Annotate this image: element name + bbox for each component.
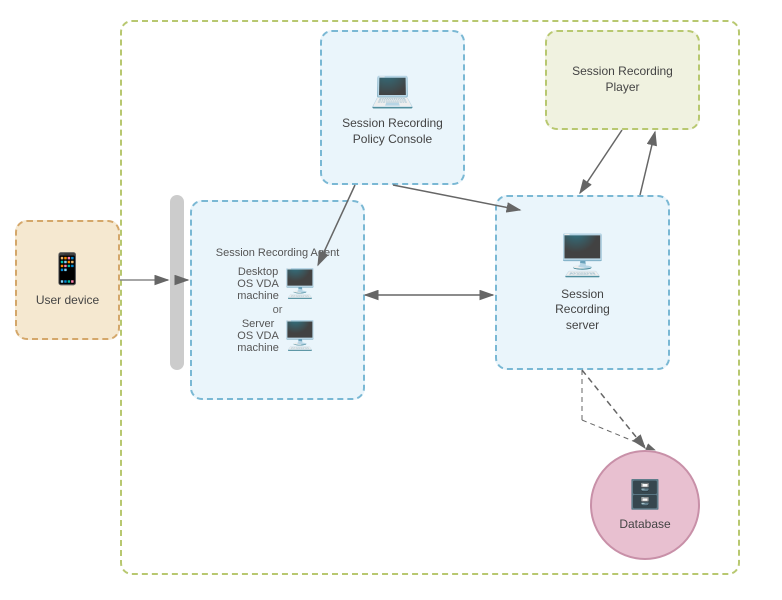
agent-box: Session Recording Agent Desktop OS VDA m… bbox=[190, 200, 365, 400]
database-label: Database bbox=[619, 517, 670, 533]
policy-console-box: 💻 Session Recording Policy Console bbox=[320, 30, 465, 185]
player-box: Session Recording Player bbox=[545, 30, 700, 130]
agent-server-label: Server OS VDA machine bbox=[237, 318, 279, 354]
database-box: 🗄️ Database bbox=[590, 450, 700, 560]
server-desktop-icon: 🖥️ bbox=[283, 319, 318, 352]
agent-server-section: Server OS VDA machine 🖥️ bbox=[202, 318, 353, 354]
database-icon: 🗄️ bbox=[628, 478, 663, 511]
agent-or-label: or bbox=[273, 304, 283, 316]
diagram-container: 📱 User device 💻 Session Recording Policy… bbox=[0, 0, 782, 600]
desktop-icon: 🖥️ bbox=[283, 267, 318, 300]
server-rack-icon: 🖥️ bbox=[558, 232, 608, 279]
policy-console-label: Session Recording Policy Console bbox=[342, 116, 443, 147]
agent-desktop-label: Desktop OS VDA machine bbox=[237, 266, 279, 302]
agent-desktop-section: Desktop OS VDA machine 🖥️ bbox=[202, 266, 353, 302]
player-label: Session Recording Player bbox=[572, 64, 673, 95]
devices-icon: 📱 bbox=[49, 252, 86, 287]
user-device-box: 📱 User device bbox=[15, 220, 120, 340]
recording-server-label: Session Recording server bbox=[555, 287, 610, 334]
laptop-icon: 💻 bbox=[370, 68, 415, 110]
separator-bar bbox=[170, 195, 184, 370]
agent-title: Session Recording Agent bbox=[216, 246, 340, 261]
recording-server-box: 🖥️ Session Recording server bbox=[495, 195, 670, 370]
user-device-label: User device bbox=[36, 293, 99, 309]
